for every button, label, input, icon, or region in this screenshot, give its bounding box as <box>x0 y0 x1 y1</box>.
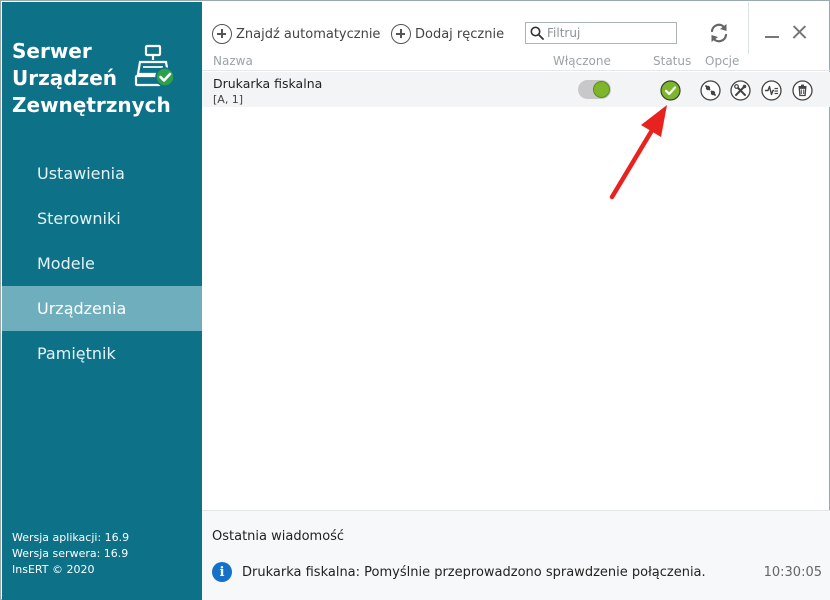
message-row: i Drukarka fiskalna: Pomyślnie przeprowa… <box>212 561 822 583</box>
filter-input[interactable] <box>547 26 671 40</box>
device-name: Drukarka fiskalna <box>213 76 323 91</box>
toggle-knob <box>593 81 610 98</box>
close-icon[interactable] <box>790 23 808 41</box>
annotation-arrow <box>609 105 667 200</box>
plus-circle-icon <box>391 24 411 44</box>
test-connection-icon[interactable] <box>700 80 721 101</box>
find-automatically-label: Znajdź automatycznie <box>236 26 381 42</box>
filter-field[interactable] <box>525 22 677 44</box>
sidebar-item-modele[interactable]: Modele <box>2 241 202 286</box>
sidebar-item-urzadzenia[interactable]: Urządzenia <box>2 286 202 331</box>
column-enabled[interactable]: Włączone <box>553 54 611 68</box>
minimize-icon[interactable] <box>763 24 781 42</box>
column-status[interactable]: Status <box>653 54 691 68</box>
status-ok-icon <box>660 80 681 101</box>
column-options[interactable]: Opcje <box>705 54 739 68</box>
last-message-title: Ostatnia wiadomość <box>212 529 345 544</box>
sidebar: Serwer Urządzeń Zewnętrznych Ustawienia … <box>2 2 202 600</box>
column-name[interactable]: Nazwa <box>213 54 253 68</box>
app-window: Serwer Urządzeń Zewnętrznych Ustawienia … <box>0 0 830 600</box>
sidebar-item-ustawienia[interactable]: Ustawienia <box>2 151 202 196</box>
sidebar-item-pamietnik[interactable]: Pamiętnik <box>2 331 202 376</box>
app-version: Wersja aplikacji: 16.9 <box>12 531 130 544</box>
plus-circle-icon <box>212 24 232 44</box>
refresh-icon[interactable] <box>708 22 730 44</box>
enabled-toggle[interactable] <box>578 80 611 99</box>
table-header: Nazwa Włączone Status Opcje <box>202 54 830 71</box>
info-icon: i <box>212 562 232 582</box>
delete-icon[interactable] <box>792 80 813 101</box>
find-automatically-button[interactable]: Znajdź automatycznie <box>212 23 380 45</box>
sidebar-nav: Ustawienia Sterowniki Modele Urządzenia … <box>2 151 202 376</box>
diagnostics-icon[interactable] <box>761 80 782 101</box>
add-manually-button[interactable]: Dodaj ręcznie <box>391 23 504 45</box>
message-time: 10:30:05 <box>763 564 822 580</box>
settings-tools-icon[interactable] <box>730 80 751 101</box>
table-row[interactable]: Drukarka fiskalna [A, 1] <box>202 72 830 107</box>
search-icon <box>530 26 544 40</box>
device-address: [A, 1] <box>213 93 244 106</box>
app-title-line-3: Zewnętrznych <box>12 93 171 117</box>
sidebar-item-sterowniki[interactable]: Sterowniki <box>2 196 202 241</box>
version-info: Wersja aplikacji: 16.9 Wersja serwera: 1… <box>12 530 129 578</box>
copyright: InsERT © 2020 <box>12 563 95 576</box>
server-version: Wersja serwera: 16.9 <box>12 547 129 560</box>
add-manually-label: Dodaj ręcznie <box>415 26 505 42</box>
last-message-panel: Ostatnia wiadomość i Drukarka fiskalna: … <box>202 510 830 600</box>
message-text: Drukarka fiskalna: Pomyślnie przeprowadz… <box>242 564 706 580</box>
cash-register-check-icon <box>134 44 175 87</box>
toolbar: Znajdź automatycznie Dodaj ręcznie <box>202 2 830 54</box>
toolbar-separator <box>748 2 749 54</box>
